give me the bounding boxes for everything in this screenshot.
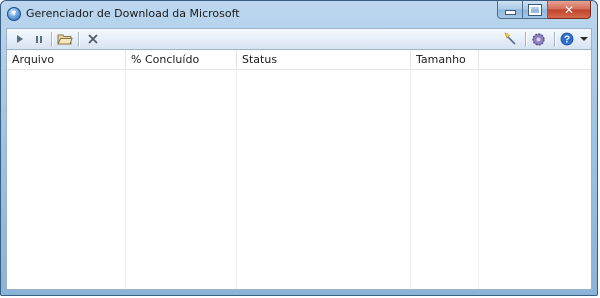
toolbar-separator: [554, 32, 556, 47]
column-header-status[interactable]: Status: [237, 50, 411, 69]
window-title: Gerenciador de Download da Microsoft: [26, 7, 240, 20]
maximize-button[interactable]: [523, 1, 548, 19]
open-folder-icon: [57, 34, 73, 45]
maximize-icon: [528, 3, 542, 16]
download-list[interactable]: Arquivo % Concluído Status Tamanho: [6, 49, 592, 290]
clean-up-button[interactable]: [501, 29, 521, 49]
column-header-size[interactable]: Tamanho: [411, 50, 479, 69]
resume-button[interactable]: [10, 29, 30, 49]
clean-up-icon: [504, 32, 516, 45]
column-divider: [125, 69, 126, 289]
help-button[interactable]: ?: [557, 29, 577, 49]
dropdown-arrow-icon: [580, 37, 588, 41]
app-window: Gerenciador de Download da Microsoft ✕ ?…: [0, 0, 598, 296]
title-bar[interactable]: Gerenciador de Download da Microsoft ✕: [1, 1, 597, 28]
settings-icon: [531, 32, 545, 46]
toolbar: ?: [6, 28, 592, 49]
cancel-button[interactable]: [83, 29, 103, 49]
cancel-icon: [88, 34, 98, 44]
pause-button[interactable]: [29, 29, 49, 49]
caption-buttons: ✕: [497, 1, 591, 20]
download-manager-icon[interactable]: [7, 7, 21, 21]
toolbar-separator: [51, 32, 53, 47]
close-button[interactable]: ✕: [548, 1, 591, 19]
svg-text:?: ?: [564, 35, 570, 46]
minimize-button[interactable]: [497, 1, 523, 19]
minimize-icon: [504, 10, 516, 15]
help-icon: ?: [560, 32, 574, 46]
list-header: Arquivo % Concluído Status Tamanho: [7, 50, 591, 70]
column-header-file[interactable]: Arquivo: [7, 50, 126, 69]
toolbar-separator: [78, 32, 80, 47]
help-dropdown-button[interactable]: [577, 29, 591, 49]
play-icon: [17, 35, 23, 43]
column-header-percent-complete[interactable]: % Concluído: [126, 50, 237, 69]
pause-icon: [36, 36, 42, 43]
open-folder-button[interactable]: [55, 29, 75, 49]
settings-button[interactable]: [528, 29, 548, 49]
close-icon: ✕: [563, 2, 575, 17]
column-divider: [236, 69, 237, 289]
column-divider: [478, 69, 479, 289]
toolbar-separator: [525, 32, 527, 47]
column-divider: [410, 69, 411, 289]
